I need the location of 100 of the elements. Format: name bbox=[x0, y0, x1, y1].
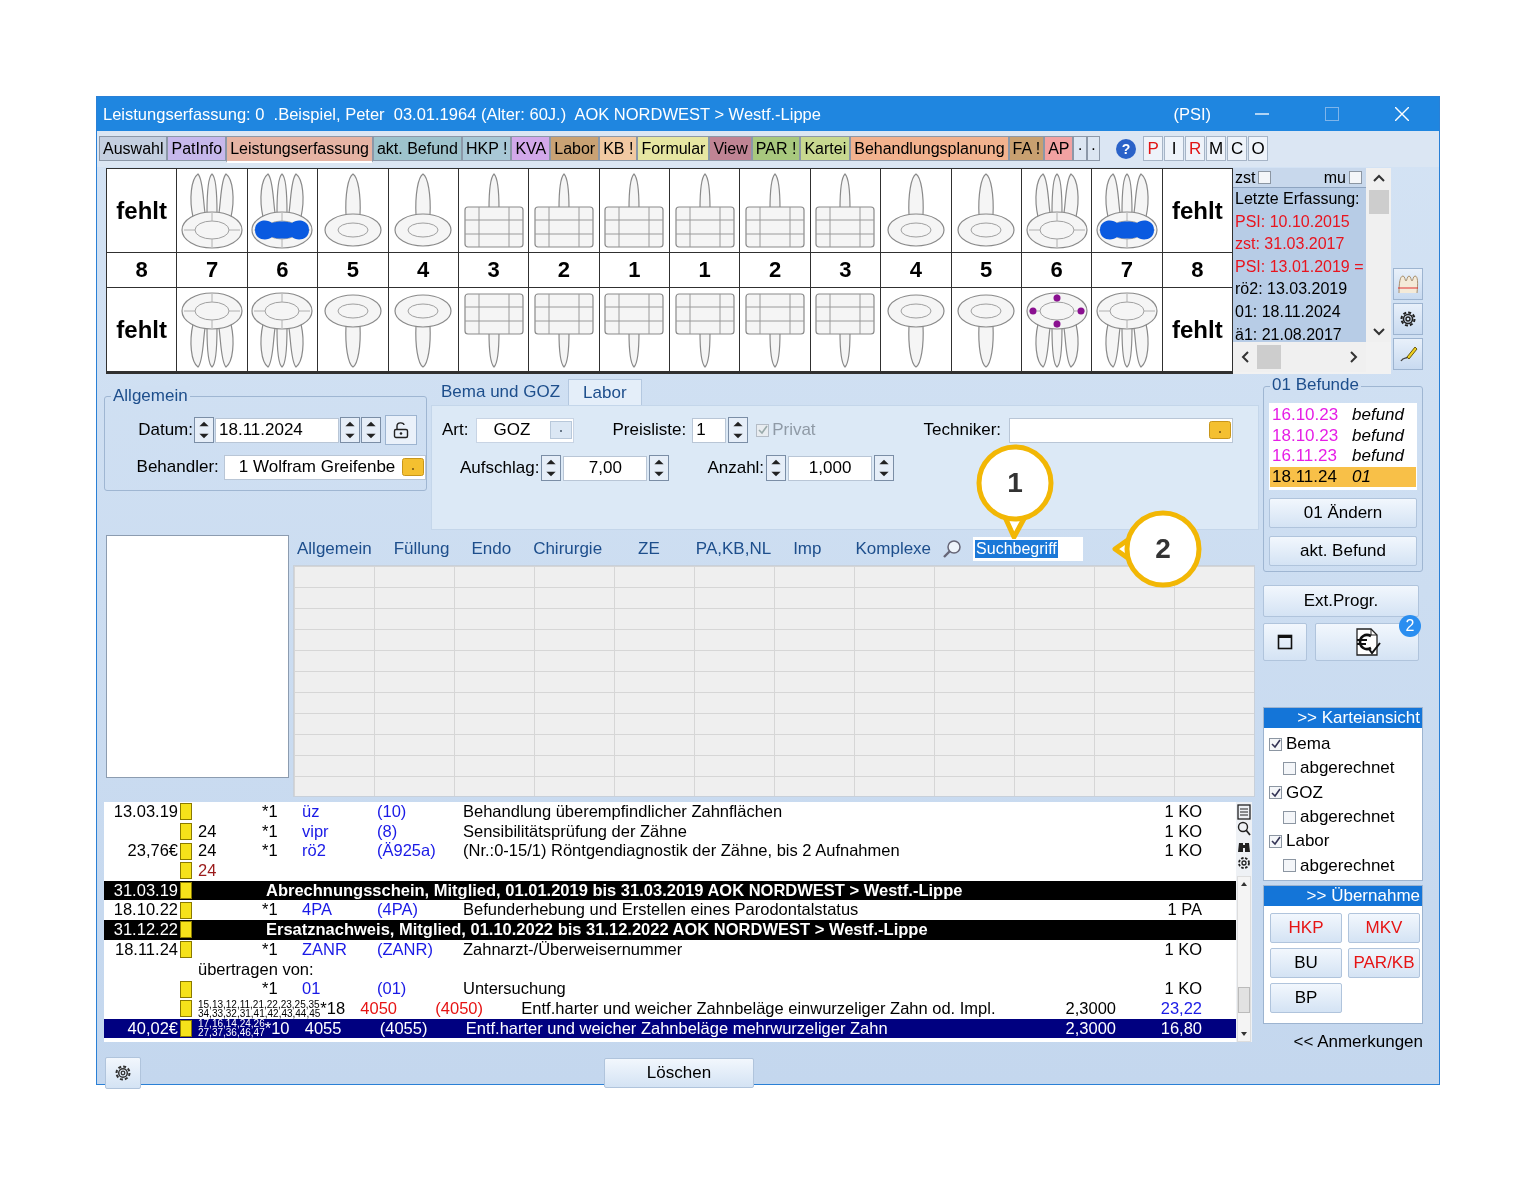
tab[interactable]: PAR ! bbox=[751, 136, 801, 161]
checkbox[interactable] bbox=[1269, 786, 1282, 800]
dropdown-field[interactable]: GOZ bbox=[476, 417, 575, 443]
tab[interactable]: KB ! bbox=[599, 136, 638, 161]
tab[interactable]: Auswahl bbox=[99, 136, 168, 161]
scroll-thumb[interactable] bbox=[1257, 345, 1281, 369]
spinner-buttons[interactable] bbox=[766, 455, 787, 481]
category-tab[interactable]: Endo bbox=[471, 539, 512, 559]
dropdown-field[interactable] bbox=[1009, 417, 1234, 443]
checkbox[interactable] bbox=[1283, 761, 1296, 775]
edit-button[interactable] bbox=[1393, 338, 1423, 370]
button[interactable]: Ext.Progr. bbox=[1263, 585, 1419, 617]
list-item[interactable]: 16.11.23 befund bbox=[1270, 446, 1416, 467]
ledger-row[interactable]: 31.03.19 Abrechnungsschein, Mitglied, 01.01.2019 bis 31.03.2019 AOK NORDWEST > Westf.-Lippe bbox=[104, 880, 1236, 901]
maximize-icon[interactable] bbox=[1325, 107, 1339, 121]
quick-button[interactable]: M bbox=[1206, 136, 1227, 161]
number-field[interactable]: 1 bbox=[692, 417, 727, 443]
category-tab[interactable]: PA,KB,NL bbox=[695, 539, 772, 559]
tab[interactable]: Leistungserfassung bbox=[226, 136, 373, 163]
category-tab[interactable]: Komplexe bbox=[855, 539, 932, 559]
button[interactable]: akt. Befund bbox=[1269, 536, 1417, 566]
close-icon[interactable] bbox=[1395, 107, 1409, 121]
category-tab[interactable]: Füllung bbox=[393, 539, 450, 559]
tooth-drawing[interactable] bbox=[1024, 289, 1089, 370]
tab[interactable]: Labor bbox=[550, 136, 600, 161]
category-tab[interactable]: Imp bbox=[793, 539, 822, 559]
tab[interactable]: Formular bbox=[637, 136, 710, 161]
dropdown-field[interactable]: 1 Wolfram Greifenbe bbox=[223, 454, 426, 480]
category-tab[interactable]: ZE bbox=[638, 539, 660, 559]
category-tab[interactable]: Chirurgie bbox=[533, 539, 603, 559]
tab[interactable]: Kartei bbox=[800, 136, 851, 161]
category-tab[interactable]: Allgemein bbox=[297, 539, 372, 559]
settings-button[interactable] bbox=[1393, 303, 1423, 335]
tooth-number: 5 bbox=[346, 257, 359, 283]
number-field[interactable]: 1,000 bbox=[788, 455, 873, 481]
scroll-right-icon[interactable] bbox=[1348, 349, 1360, 365]
spinner-buttons[interactable] bbox=[194, 417, 214, 443]
dropdown-button[interactable] bbox=[1209, 421, 1232, 439]
checkbox[interactable] bbox=[1283, 859, 1296, 873]
quick-button[interactable]: C bbox=[1227, 136, 1248, 161]
button[interactable]: BP bbox=[1270, 982, 1342, 1013]
checkbox[interactable] bbox=[1269, 834, 1282, 848]
settings-icon[interactable] bbox=[1237, 855, 1251, 871]
tab[interactable]: Bema und GOZ bbox=[433, 379, 569, 405]
quick-button[interactable]: O bbox=[1248, 136, 1269, 161]
quick-button[interactable]: I bbox=[1164, 136, 1185, 161]
window-button[interactable] bbox=[1263, 623, 1307, 661]
list-item[interactable]: 16.10.23 befund bbox=[1270, 405, 1416, 426]
tab[interactable]: HKP ! bbox=[461, 136, 512, 161]
spinner-buttons[interactable] bbox=[874, 455, 895, 481]
lock-button[interactable] bbox=[385, 415, 417, 445]
scroll-left-icon[interactable] bbox=[1239, 349, 1251, 365]
list-icon[interactable] bbox=[1237, 804, 1251, 820]
button[interactable]: 01 Ändern bbox=[1269, 498, 1417, 528]
date-field[interactable]: 18.11.2024 bbox=[215, 417, 339, 443]
quick-button[interactable]: R bbox=[1185, 136, 1206, 161]
section-header[interactable]: >> Übernahme bbox=[1264, 885, 1422, 906]
checkbox[interactable] bbox=[1349, 171, 1362, 184]
window-status: (PSI) bbox=[1173, 104, 1211, 124]
tab[interactable]: KVA bbox=[511, 136, 551, 161]
scroll-down-icon[interactable] bbox=[1370, 326, 1387, 338]
tab[interactable]: Labor bbox=[568, 379, 642, 405]
dropdown-button[interactable] bbox=[402, 458, 424, 476]
checkbox[interactable] bbox=[1283, 810, 1296, 824]
search-icon[interactable] bbox=[1237, 821, 1251, 837]
tab[interactable]: · bbox=[1073, 136, 1087, 161]
tab[interactable]: Behandlungsplanung bbox=[850, 136, 1009, 161]
spinner-buttons[interactable] bbox=[340, 417, 360, 443]
delete-button[interactable]: Löschen bbox=[604, 1057, 754, 1088]
button[interactable]: PAR/KB bbox=[1348, 947, 1420, 978]
help-button[interactable]: ? bbox=[1116, 138, 1137, 159]
spinner-buttons[interactable] bbox=[361, 417, 381, 443]
list-item[interactable]: 18.11.24 01 bbox=[1270, 466, 1416, 487]
spinner-buttons[interactable] bbox=[541, 455, 562, 481]
button[interactable]: MKV bbox=[1348, 912, 1420, 943]
scroll-thumb[interactable] bbox=[1238, 987, 1250, 1013]
spinner-buttons[interactable] bbox=[728, 417, 749, 443]
tab[interactable]: akt. Befund bbox=[372, 136, 462, 161]
link[interactable]: << Anmerkungen bbox=[1293, 1031, 1423, 1052]
dropdown-button[interactable] bbox=[550, 421, 573, 439]
tab[interactable]: View bbox=[709, 136, 752, 161]
section-header[interactable]: >> Karteiansicht bbox=[1264, 708, 1422, 728]
scroll-thumb[interactable] bbox=[1368, 190, 1389, 214]
list-item[interactable]: 18.10.23 befund bbox=[1270, 425, 1416, 446]
tab[interactable]: AP bbox=[1044, 136, 1074, 161]
tooth-text: 24 bbox=[198, 821, 217, 842]
tab[interactable]: PatInfo bbox=[167, 136, 227, 161]
number-field[interactable]: 7,00 bbox=[563, 455, 648, 481]
button[interactable]: BU bbox=[1270, 947, 1342, 978]
settings-button[interactable] bbox=[105, 1056, 141, 1089]
scrollbar[interactable] bbox=[1237, 876, 1251, 1042]
button[interactable]: HKP bbox=[1270, 912, 1342, 943]
field-label: Behandler: bbox=[135, 457, 219, 477]
checkbox[interactable] bbox=[1258, 171, 1272, 184]
ledger-row[interactable]: 31.12.22 Ersatznachweis, Mitglied, 01.10.2022 bis 31.12.2022 AOK NORDWEST > Westf.-Lippe bbox=[104, 920, 1236, 940]
missing-label: fehlt bbox=[1171, 196, 1223, 225]
tab[interactable]: FA ! bbox=[1008, 136, 1045, 161]
quick-button[interactable]: P bbox=[1143, 136, 1164, 161]
checkbox[interactable] bbox=[1269, 737, 1282, 751]
spinner-buttons[interactable] bbox=[649, 455, 670, 481]
